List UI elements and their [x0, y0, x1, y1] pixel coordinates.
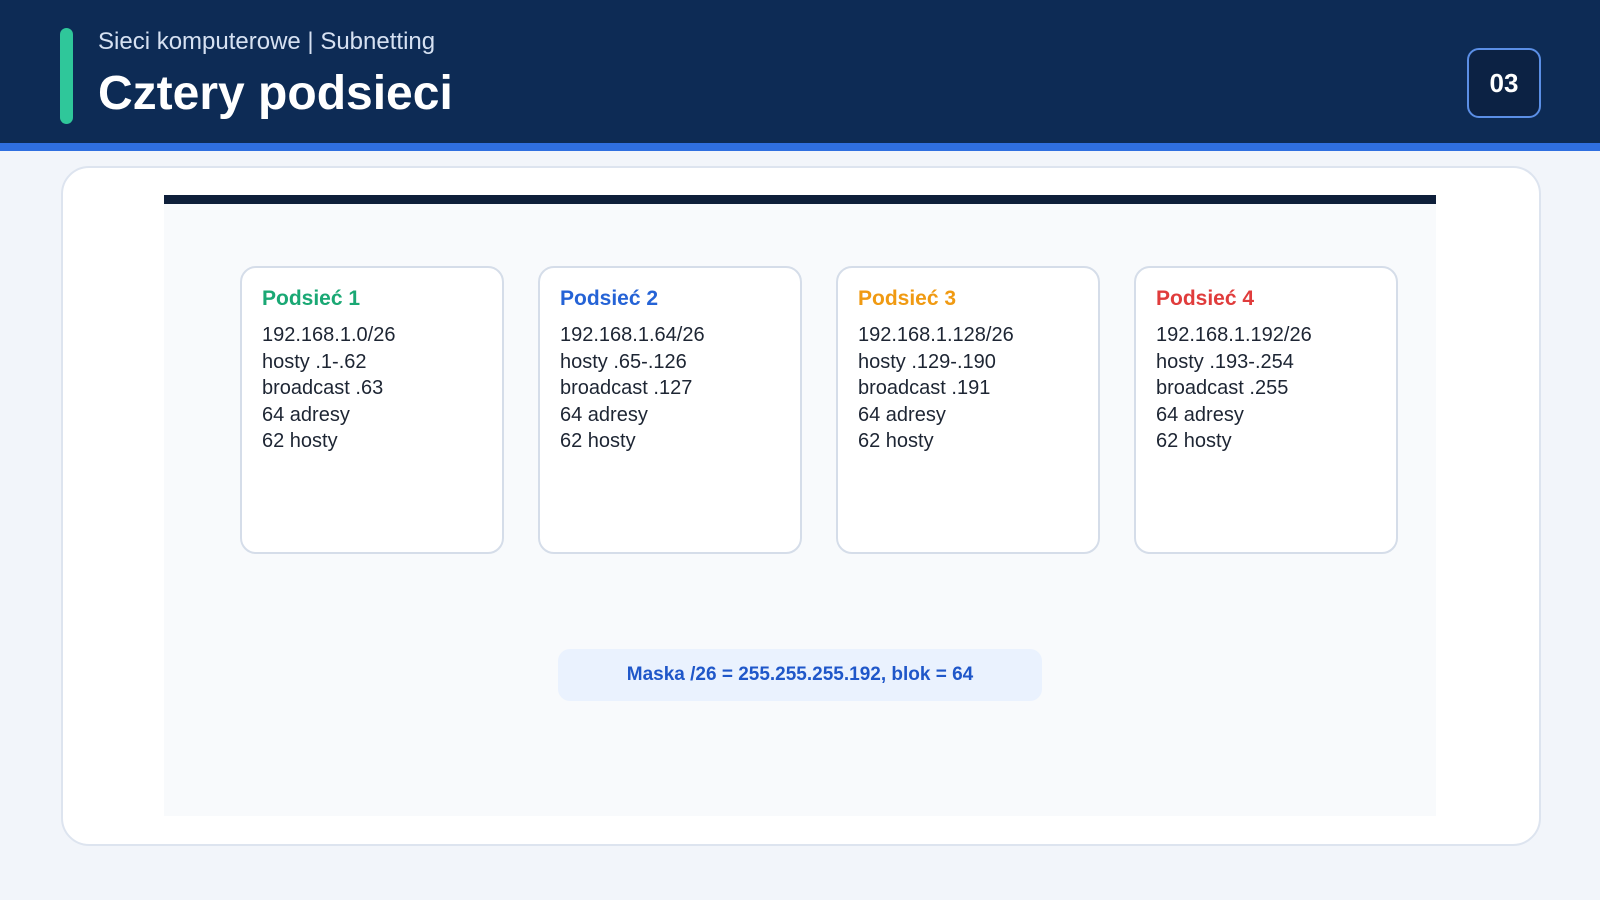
slide-subtitle: Sieci komputerowe | Subnetting [98, 28, 436, 55]
subnet-host-count: 62 hosty [560, 430, 636, 452]
subnet-address: 192.168.1.0/26 [262, 324, 396, 346]
subnet-broadcast: broadcast .191 [858, 377, 991, 399]
subnet-address: 192.168.1.64/26 [560, 324, 705, 346]
accent-bar [60, 28, 73, 124]
subnet-address: 192.168.1.128/26 [858, 324, 1014, 346]
subnet-hosts-range: hosty .1-.62 [262, 350, 367, 373]
subnet-title: Podsieć 2 [560, 287, 659, 310]
subnet-address-count: 64 adresy [858, 403, 946, 426]
subnet-broadcast: broadcast .255 [1156, 377, 1289, 399]
panel-top-bar [164, 195, 1436, 204]
mask-note: Maska /26 = 255.255.255.192, blok = 64 [558, 649, 1042, 701]
subnet-host-count: 62 hosty [1156, 430, 1232, 452]
subnet-title: Podsieć 1 [262, 287, 361, 310]
subnet-address: 192.168.1.192/26 [1156, 324, 1312, 346]
subnet-broadcast: broadcast .127 [560, 377, 693, 399]
subnet-card-2: Podsieć 2 192.168.1.64/26 hosty .65-.126… [538, 266, 802, 554]
subnet-card-4: Podsieć 4 192.168.1.192/26 hosty .193-.2… [1134, 266, 1398, 554]
subnet-hosts-range: hosty .65-.126 [560, 350, 687, 373]
subnet-card-1: Podsieć 1 192.168.1.0/26 hosty .1-.62 br… [240, 266, 504, 554]
subnet-address-count: 64 adresy [560, 403, 648, 426]
subnet-host-count: 62 hosty [858, 430, 934, 452]
page-number-badge: 03 [1467, 48, 1541, 118]
slide-title: Cztery podsieci [98, 67, 453, 120]
header-stripe [0, 143, 1600, 151]
subnet-hosts-range: hosty .193-.254 [1156, 350, 1294, 373]
subnet-card-3: Podsieć 3 192.168.1.128/26 hosty .129-.1… [836, 266, 1100, 554]
subnet-address-count: 64 adresy [262, 403, 350, 426]
subnet-host-count: 62 hosty [262, 430, 338, 452]
subnet-title: Podsieć 3 [858, 287, 957, 310]
subnet-broadcast: broadcast .63 [262, 377, 384, 399]
subnet-hosts-range: hosty .129-.190 [858, 350, 996, 373]
subnet-address-count: 64 adresy [1156, 403, 1244, 426]
subnet-title: Podsieć 4 [1156, 287, 1255, 310]
